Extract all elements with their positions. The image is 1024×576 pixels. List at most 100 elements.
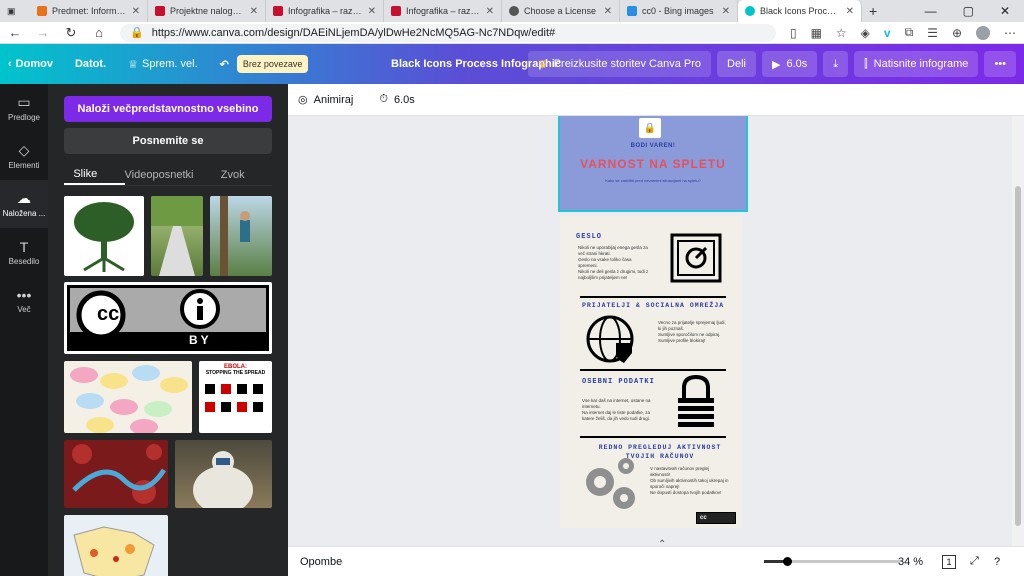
fullscreen-icon[interactable]: ⤢ [970,555,979,568]
infographic-page-2[interactable]: GESLO Nikoli ne uporabljaj enega gesla z… [560,216,742,528]
image-thumb-tree[interactable] [64,196,144,276]
lock-icon: 🔒 [130,27,144,39]
list-item: Nikoli ne uporabljaj enega gesla za več … [578,245,648,256]
avatar[interactable] [976,25,990,40]
new-tab-button[interactable]: + [862,0,890,22]
record-yourself-button[interactable]: Posnemite se [64,128,272,154]
divider [580,296,726,298]
elements-icon: ◇ [18,142,30,158]
resize-label: Sprem. vel. [142,58,198,70]
tab-title: cc0 - Bing images [642,6,714,16]
help-icon[interactable]: ? [994,556,1000,568]
try-pro-button[interactable]: ♛ Preizkusite storitev Canva Pro [527,51,712,77]
browser-tab[interactable]: Projektne naloge – Š ✕ [148,0,266,22]
image-thumb-arborist[interactable] [210,196,272,276]
page-count-button[interactable]: 1 [942,554,956,569]
collections-icon[interactable]: ⧉ [905,25,914,40]
canva-top-bar: ‹ Domov Datot. ♕ Sprem. vel. ↶ Brez poveza… [0,44,1024,84]
tab-title: Projektne naloge – Š [170,6,245,16]
browser-tab[interactable]: Infografika – razredni ✕ [384,0,502,22]
vimeo-extension-icon[interactable]: v [884,26,891,40]
close-icon[interactable]: ✕ [486,6,494,17]
extension-icon[interactable]: ◈ [861,26,870,40]
rail-item-elements[interactable]: ◇ Elementi [0,132,48,180]
close-icon[interactable]: ✕ [132,6,140,17]
share-button[interactable]: Deli [717,51,756,77]
close-icon[interactable]: ✕ [604,6,612,17]
back-icon[interactable]: ← [8,25,22,40]
chart-icon: ⫿ [864,57,868,70]
rail-item-templates[interactable]: ▭ Predloge [0,84,48,132]
close-icon[interactable]: ✕ [368,6,376,17]
browser-tab[interactable]: Choose a License ✕ [502,0,620,22]
present-button[interactable]: ▶ 6.0s [761,51,818,77]
text-icon: T [19,238,29,255]
editor-footer: Opombe ⌃ 34 % 1 ⤢ ? [288,539,1024,576]
tab-favicon-icon [37,6,47,16]
globe-shield-icon [586,315,634,363]
browser-tab[interactable]: cc0 - Bing images ✕ [620,0,738,22]
canvas-scrollbar[interactable] [1012,116,1024,546]
side-rail: ▭ Predloge ◇ Elementi ☁ Naložena ... T Besed… [0,84,48,576]
image-thumb-cc-by[interactable]: cc BY [64,282,272,354]
rail-item-text[interactable]: T Besedilo [0,228,48,276]
url-field[interactable]: 🔒 https://www.canva.com/design/DAEiNLjem… [120,23,776,42]
browser-tab[interactable]: Infografika – razredni ✕ [266,0,384,22]
download-icon: ⤓ [833,57,839,70]
ebola-icons [205,384,263,412]
sync-icon[interactable]: ⊕ [952,26,962,40]
reload-icon[interactable]: ↻ [64,25,78,41]
close-window-icon[interactable]: ✕ [1000,4,1010,18]
tab-actions-icon[interactable]: ▣ [0,0,30,22]
favorites-icon[interactable]: ☰ [927,26,938,40]
more-button[interactable]: ••• [984,51,1016,77]
image-thumb-pills[interactable] [64,361,192,433]
crown-icon: ♛ [537,58,548,71]
tab-images[interactable]: Slike [64,164,125,185]
image-thumb-hazmat[interactable] [175,440,272,508]
favorite-star-icon[interactable]: ☆ [836,26,847,40]
rail-label: Predloge [7,113,41,122]
undo-button[interactable]: ↶ [220,58,229,71]
home-icon[interactable]: ⌂ [92,25,106,40]
browser-tab[interactable]: Predmet: Informacijsk ✕ [30,0,148,22]
animate-button[interactable]: ◎ Animiraj [298,93,353,107]
scrollbar-thumb[interactable] [1015,186,1021,526]
minimize-icon[interactable]: — [925,4,937,18]
browser-tab-active[interactable]: Black Icons Process In ✕ [738,0,862,22]
close-icon[interactable]: ✕ [846,6,854,17]
image-thumb-road[interactable] [151,196,203,276]
resize-button[interactable]: ♕ Sprem. vel. [128,58,198,71]
download-button[interactable]: ⤓ [823,51,849,77]
close-icon[interactable]: ✕ [722,6,730,17]
zoom-level[interactable]: 34 % [898,556,923,568]
duration-label: 6.0s [393,93,415,106]
image-thumb-virus[interactable] [64,440,168,508]
forward-icon[interactable]: → [36,25,50,40]
chevron-up-icon[interactable]: ⌃ [658,539,666,550]
hazmat-image [193,451,253,508]
uploads-grid: cc BY EBOLA: STOPPING THE SPREAD [64,196,272,576]
infographic-page-1[interactable]: 🔒 BODI VAREN! VARNOST NA SPLETU Kako se … [558,116,748,212]
print-button[interactable]: ⫿ Natisnite infograme [854,51,979,77]
duration-button[interactable]: ⏱ 6.0s [379,93,414,106]
tab-title: Black Icons Process In [760,6,841,16]
rail-item-uploads[interactable]: ☁ Naložena ... [0,180,48,228]
design-canvas[interactable]: 🔒 BODI VAREN! VARNOST NA SPLETU Kako se … [288,116,1012,546]
reading-view-icon[interactable]: ▯ [790,26,797,40]
upload-media-button[interactable]: Naloži večpredstavnostno vsebino [64,96,272,122]
zoom-slider-handle[interactable] [783,557,793,566]
tab-videos[interactable]: Videoposnetki [125,164,212,185]
close-icon[interactable]: ✕ [250,6,258,17]
notes-button[interactable]: Opombe [300,556,342,568]
home-button[interactable]: ‹ Domov [8,58,53,70]
list-item: Geslo na vsake toliko časa spremeni. [578,257,632,268]
rail-item-more[interactable]: ••• Več [0,276,48,324]
image-thumb-ebola[interactable]: EBOLA: STOPPING THE SPREAD [199,361,272,433]
qr-icon[interactable]: ▦ [811,26,822,40]
maximize-icon[interactable]: ▢ [963,4,974,18]
tab-audio[interactable]: Zvok [211,164,272,185]
image-thumb-map[interactable] [64,515,168,576]
file-menu-button[interactable]: Datot. [75,58,106,70]
browser-menu-icon[interactable]: ⋯ [1004,26,1016,40]
